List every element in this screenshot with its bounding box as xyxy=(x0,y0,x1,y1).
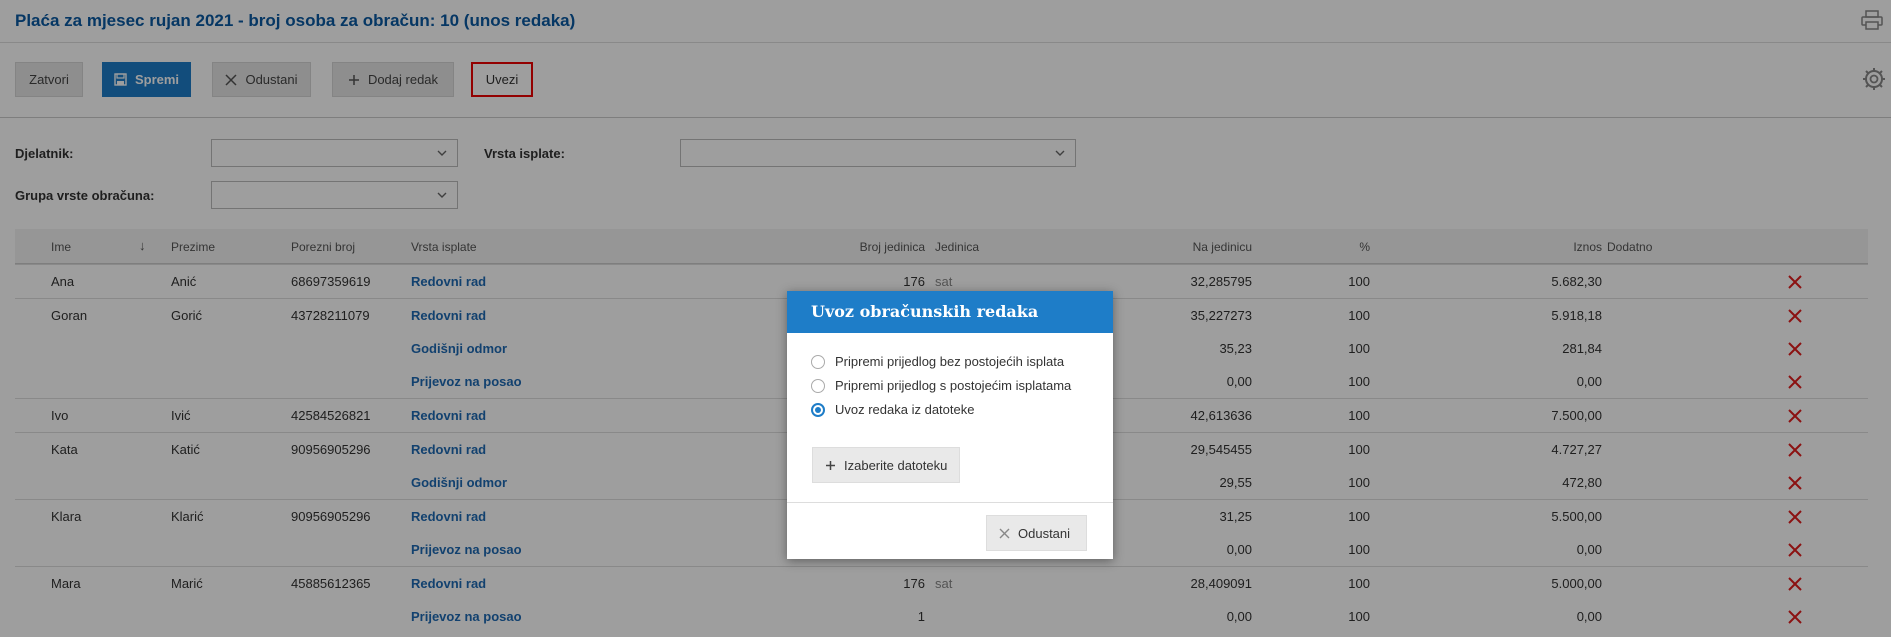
dialog-divider xyxy=(787,502,1113,503)
import-dialog: Uvoz obračunskih redaka Pripremi prijedl… xyxy=(787,291,1113,559)
option-label: Pripremi prijedlog bez postojećih isplat… xyxy=(835,354,1065,369)
dialog-cancel-label: Odustani xyxy=(1018,525,1071,541)
dialog-cancel-button[interactable]: Odustani xyxy=(986,515,1087,551)
option-without-existing[interactable]: Pripremi prijedlog bez postojećih isplat… xyxy=(811,354,1064,369)
option-label: Uvoz redaka iz datoteke xyxy=(835,402,975,417)
radio-button-selected[interactable] xyxy=(811,402,825,417)
option-label: Pripremi prijedlog s postojećim isplatam… xyxy=(835,378,1072,393)
radio-button[interactable] xyxy=(811,354,825,369)
close-icon xyxy=(999,528,1010,538)
choose-file-label: Izaberite datoteku xyxy=(844,457,948,473)
option-import-from-file[interactable]: Uvoz redaka iz datoteke xyxy=(811,402,974,417)
choose-file-button[interactable]: Izaberite datoteku xyxy=(812,447,961,483)
radio-button[interactable] xyxy=(811,378,825,393)
dialog-title: Uvoz obračunskih redaka xyxy=(787,291,1113,333)
plus-icon xyxy=(826,460,835,470)
option-with-existing[interactable]: Pripremi prijedlog s postojećim isplatam… xyxy=(811,378,1071,393)
